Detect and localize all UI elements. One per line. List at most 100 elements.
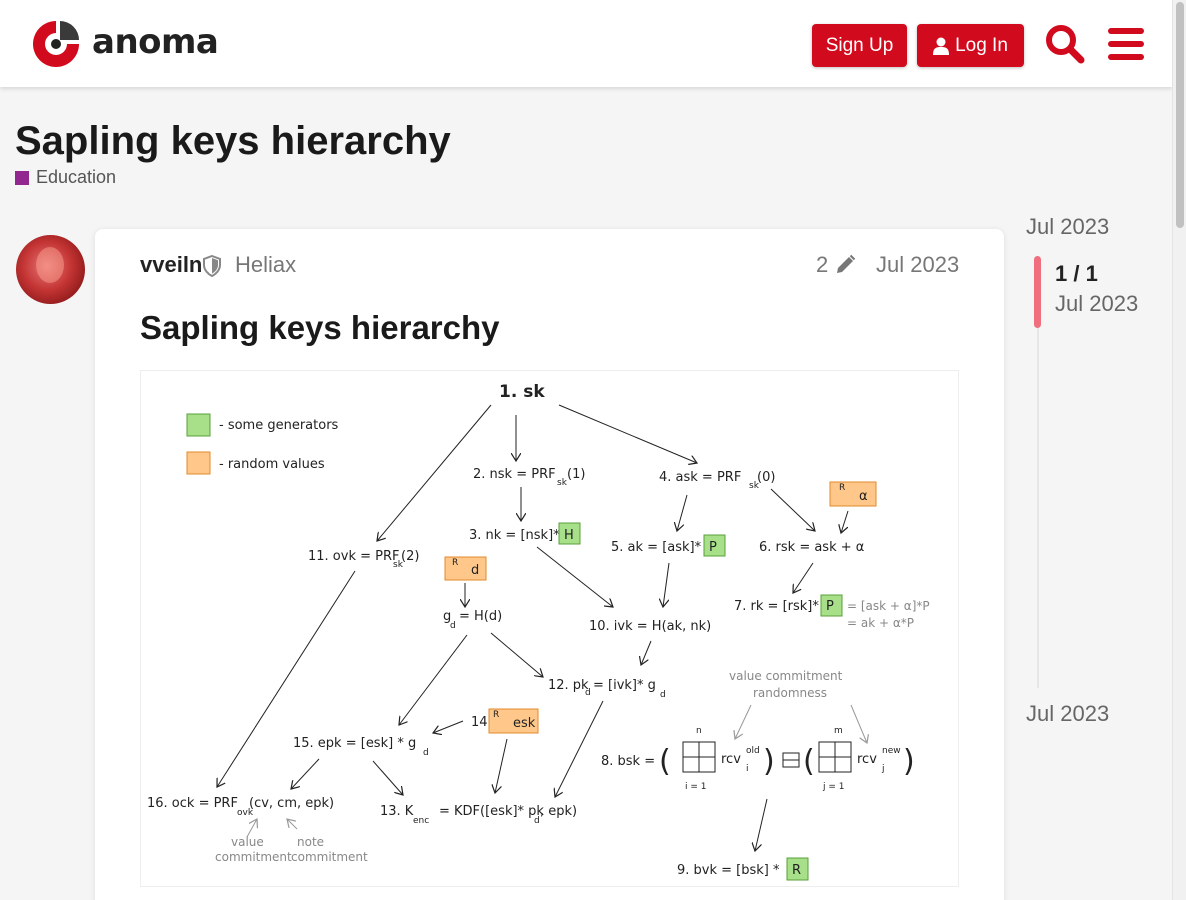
node-bvk-gen: R: [792, 863, 801, 878]
arrow-esk-kenc: [495, 738, 508, 793]
node-ask-arg: (0): [757, 470, 775, 485]
search-icon[interactable]: [1043, 22, 1087, 66]
bsk-paren-open-2: (: [803, 744, 815, 779]
anoma-logo[interactable]: anoma: [30, 18, 219, 70]
nc-line1: note: [297, 835, 324, 849]
hamburger-menu-icon[interactable]: [1104, 22, 1148, 66]
node-ivk: 10. ivk = H(ak, nk): [589, 619, 711, 634]
arrow-vcr-new: [850, 704, 867, 743]
category-color-swatch: [15, 170, 29, 185]
vcr-line2: randomness: [753, 686, 827, 700]
bsk-paren-close-2: ): [903, 744, 915, 779]
legend-random: - random values: [219, 457, 325, 472]
node-kenc-eq-sub: d: [534, 816, 540, 826]
random-d-R: R: [452, 558, 458, 568]
arrow-gd-epk: [399, 634, 468, 725]
arrow-ak-ivk: [663, 562, 670, 607]
arrow-ivk-pkd: [641, 640, 652, 665]
node-bsk-new: new: [882, 746, 901, 756]
node-bsk-rcv1: rcv: [721, 752, 741, 767]
node-nk: 3. nk = [nsk]*: [469, 528, 560, 543]
edit-count: 2: [816, 252, 829, 277]
node-nsk: 2. nsk = PRF: [473, 467, 556, 482]
legend-random-swatch: [186, 451, 211, 475]
random-alpha: α: [859, 489, 868, 504]
node-bsk: 8. bsk =: [601, 754, 655, 769]
arrow-ask-rsk: [770, 488, 815, 531]
random-esk-R: R: [493, 710, 499, 720]
node-bsk-old: old: [746, 746, 760, 756]
legend-generator-swatch: [186, 413, 211, 437]
arrow-epk-kenc: [372, 760, 403, 795]
vcr-line1: value commitment: [729, 669, 843, 683]
random-alpha-R: R: [839, 483, 845, 493]
category-badge[interactable]: Education: [15, 167, 116, 188]
node-bsk-m: m: [834, 726, 843, 736]
arrow-nk-ivk: [536, 546, 613, 607]
scrollbar-thumb[interactable]: [1176, 2, 1184, 228]
node-ak-gen: P: [709, 540, 717, 555]
bsk-paren-close-1: ): [763, 744, 775, 779]
user-icon: [933, 37, 950, 55]
node-rk-note1: = [ask + α]*P: [847, 599, 930, 613]
node-ock: 16. ock = PRF: [147, 796, 238, 811]
vc-line2: commitment: [215, 850, 292, 864]
node-kenc-sub: enc: [413, 816, 429, 826]
log-in-button[interactable]: Log In: [917, 24, 1024, 67]
arrow-vcr-old: [735, 704, 752, 739]
diagram-svg: - some generators - random values 1. sk …: [147, 382, 930, 881]
post-group[interactable]: Heliax: [235, 252, 296, 278]
timeline-scroll-handle[interactable]: [1034, 256, 1041, 328]
node-epk-sub: d: [423, 748, 429, 758]
node-pkd-eq: = [ivk]* g: [593, 678, 656, 693]
topic-title[interactable]: Sapling keys hierarchy: [15, 119, 451, 164]
node-kenc-eq: = KDF([esk]* pk: [439, 804, 544, 819]
arrow-epk-ock: [291, 758, 320, 789]
random-d: d: [471, 563, 479, 578]
arrow-rsk-rk: [793, 562, 814, 593]
timeline-position: 1 / 1: [1055, 261, 1098, 286]
arrow-bsk-bvk: [755, 798, 768, 851]
node-bsk-rcv2: rcv: [857, 752, 877, 767]
node-rsk: 6. rsk = ask + α: [759, 540, 864, 555]
logo-text: anoma: [92, 22, 219, 62]
sign-up-button[interactable]: Sign Up: [812, 24, 907, 67]
arrow-ovk-ock: [217, 570, 356, 787]
node-bsk-n: n: [696, 726, 702, 736]
keys-hierarchy-diagram[interactable]: - some generators - random values 1. sk …: [140, 370, 959, 887]
node-ovk-arg: (2): [401, 549, 419, 564]
arrow-alpha-rsk: [841, 510, 849, 533]
post-heading: Sapling keys hierarchy: [140, 309, 500, 346]
timeline-end-date[interactable]: Jul 2023: [1026, 701, 1109, 727]
arrow-gd-pkd: [490, 632, 543, 677]
arrow-esk-epk: [433, 720, 464, 733]
avatar[interactable]: [16, 235, 85, 304]
node-bsk-i: i: [746, 764, 749, 774]
node-pkd-sub: d: [585, 688, 591, 698]
node-ask: 4. ask = PRF: [659, 470, 741, 485]
node-pkd: 12. pk: [548, 678, 589, 693]
shield-icon: [203, 255, 221, 277]
node-rk: 7. rk = [rsk]*: [734, 599, 819, 614]
node-bsk-j: j: [881, 764, 885, 774]
timeline-position-date: Jul 2023: [1055, 291, 1139, 316]
arrow-sk-ask: [558, 404, 697, 463]
category-label: Education: [36, 167, 117, 187]
node-kenc-tail: , epk): [540, 804, 577, 819]
bsk-paren-open-1: (: [659, 744, 671, 779]
node-bsk-i1: i = 1: [685, 782, 707, 792]
post-date[interactable]: Jul 2023: [876, 252, 959, 278]
pencil-icon: [837, 254, 856, 273]
post-username[interactable]: vveiln: [140, 252, 202, 278]
node-ak: 5. ak = [ask]*: [611, 540, 702, 555]
page-scrollbar[interactable]: [1172, 0, 1186, 900]
legend-generators: - some generators: [219, 418, 339, 433]
timeline-start-date[interactable]: Jul 2023: [1026, 214, 1109, 240]
arrow-nc-ock: [287, 819, 298, 830]
random-alpha-box: [829, 481, 877, 507]
edit-history-button[interactable]: 2: [816, 252, 856, 278]
node-rk-note2: = ak + α*P: [847, 616, 914, 630]
vc-line1: value: [231, 835, 264, 849]
log-in-label: Log In: [955, 34, 1008, 56]
sign-up-label: Sign Up: [825, 34, 894, 56]
